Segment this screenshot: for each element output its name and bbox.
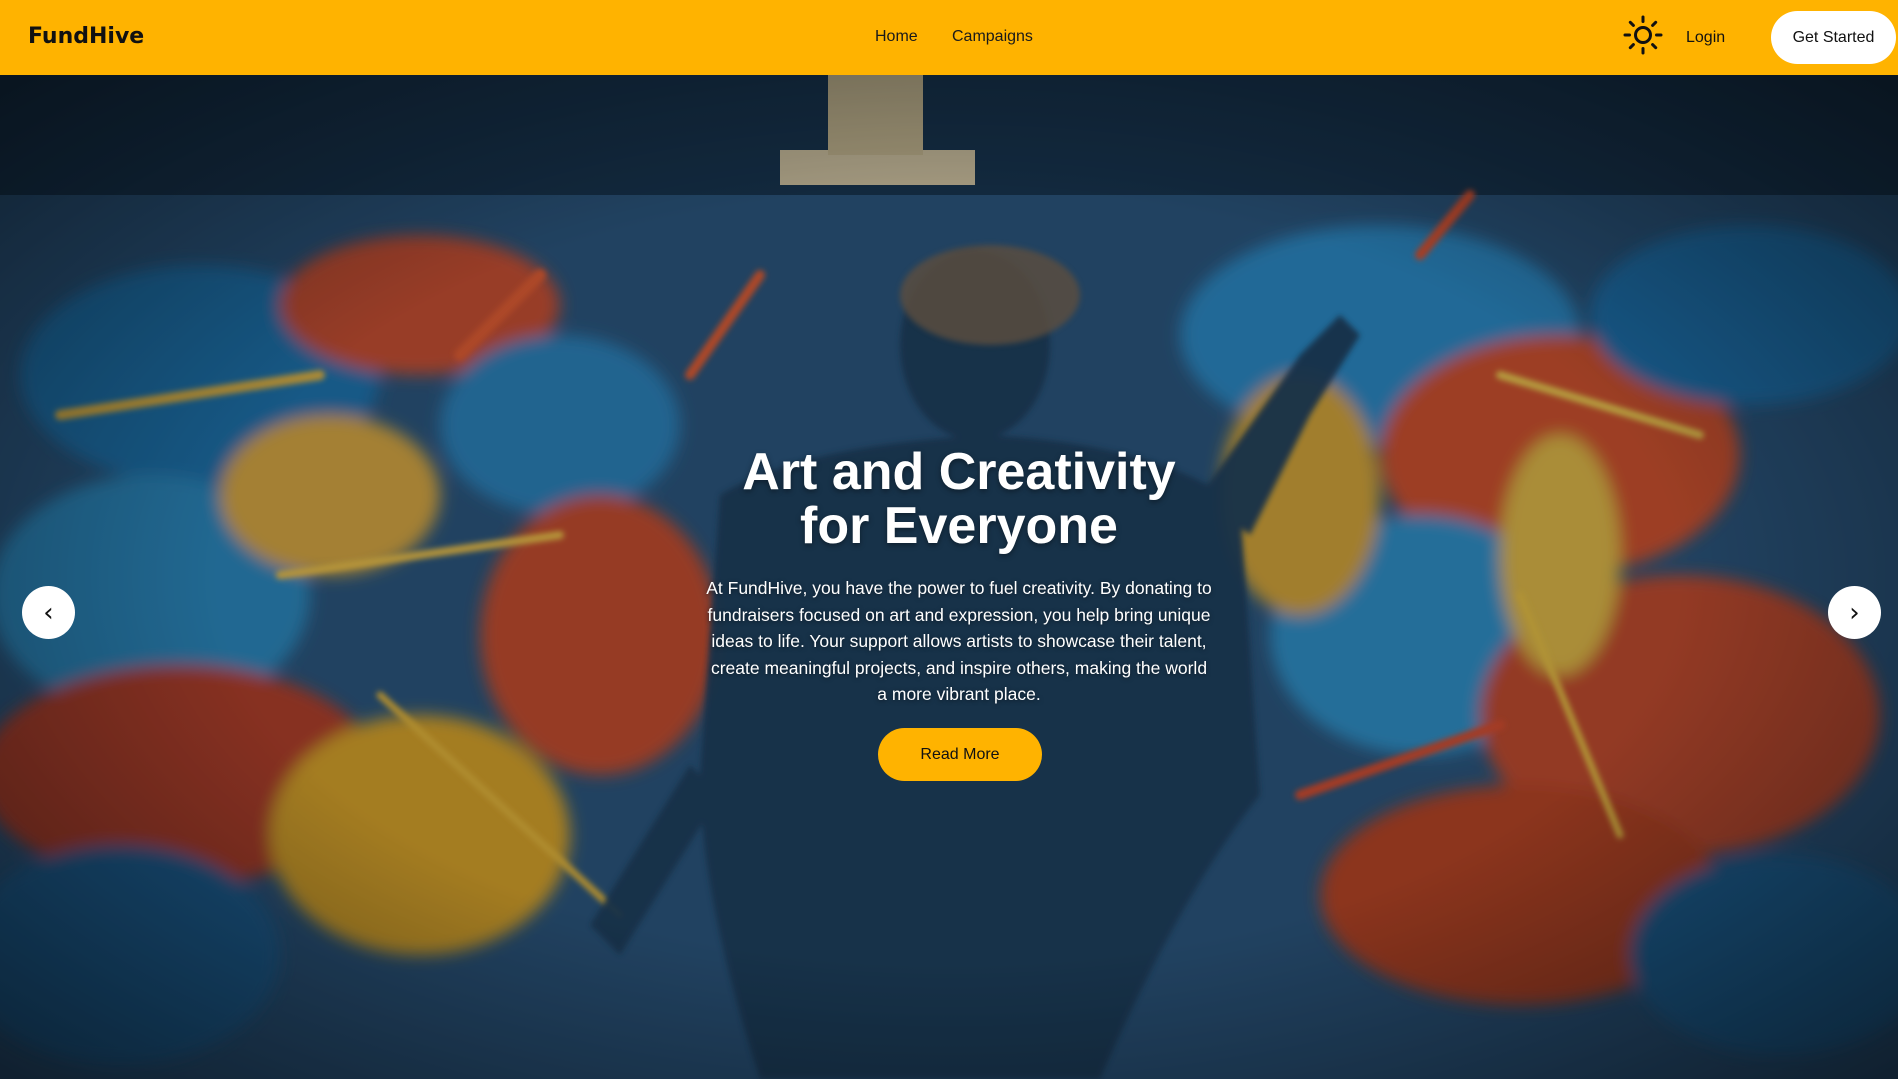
sun-icon [1623, 15, 1663, 55]
hero-title: Art and Creativity for Everyone [649, 445, 1269, 553]
login-link[interactable]: Login [1686, 29, 1725, 47]
theme-toggle-button[interactable] [1622, 14, 1664, 56]
hero-carousel: Art and Creativity for Everyone At FundH… [0, 75, 1898, 1079]
chevron-right-icon: › [1849, 597, 1860, 628]
main-nav: Home Campaigns [0, 28, 1898, 48]
read-more-button[interactable]: Read More [878, 728, 1042, 781]
chevron-left-icon: ‹ [43, 597, 54, 628]
hero-description: At FundHive, you have the power to fuel … [706, 578, 1212, 704]
nav-link-home[interactable]: Home [875, 28, 918, 46]
carousel-prev-button[interactable]: ‹ [22, 586, 75, 639]
navbar: FundHive Home Campaigns Login Get Starte… [0, 0, 1898, 75]
carousel-next-button[interactable]: › [1828, 586, 1881, 639]
hero-content: Art and Creativity for Everyone At FundH… [0, 75, 1898, 1079]
hero-title-line2: for Everyone [800, 497, 1118, 555]
get-started-button[interactable]: Get Started [1771, 11, 1896, 64]
hero-title-line1: Art and Creativity [742, 443, 1176, 501]
nav-link-campaigns[interactable]: Campaigns [952, 28, 1033, 46]
